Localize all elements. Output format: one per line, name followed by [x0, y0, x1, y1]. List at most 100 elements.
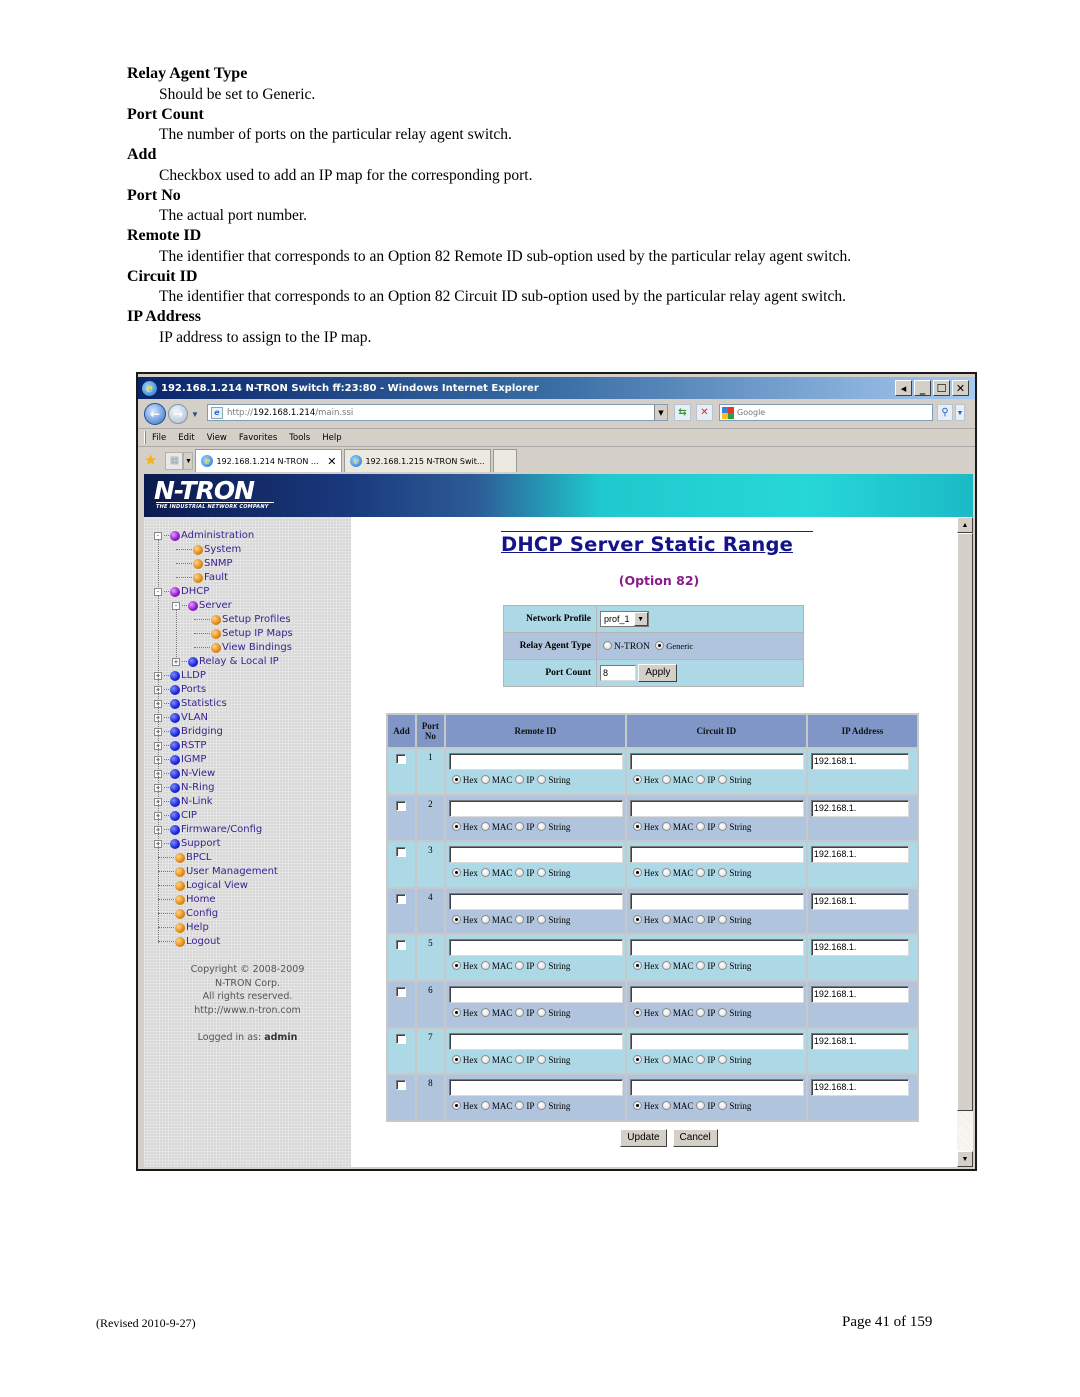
remote-id-format-string-radio[interactable] [537, 1101, 547, 1111]
remote-id-format-hex-radio[interactable] [451, 868, 461, 878]
circuit-id-format-ip-radio[interactable] [696, 821, 706, 831]
sidebar-item-support[interactable]: + Support [154, 837, 221, 850]
ip-address-input[interactable]: 192.168.1. [810, 1079, 909, 1097]
circuit-id-format-string-radio[interactable] [718, 1007, 728, 1017]
refresh-button[interactable]: ⇆ [674, 404, 691, 421]
remote-id-format-string-radio[interactable] [537, 961, 547, 971]
menu-favorites[interactable]: Favorites [239, 433, 277, 443]
circuit-id-format-ip-radio[interactable] [696, 868, 706, 878]
search-input[interactable]: Google [719, 404, 933, 421]
sidebar-item-n-ring[interactable]: + N-Ring [154, 781, 215, 794]
sidebar-item-firmware-config[interactable]: + Firmware/Config [154, 823, 262, 836]
ip-address-input[interactable]: 192.168.1. [810, 799, 909, 817]
add-checkbox[interactable] [396, 800, 407, 811]
circuit-id-input[interactable] [629, 846, 804, 864]
remote-id-format-hex-radio[interactable] [451, 1054, 461, 1064]
circuit-id-input[interactable] [629, 799, 804, 817]
remote-id-format-ip-radio[interactable] [515, 961, 525, 971]
circuit-id-format-hex-radio[interactable] [632, 821, 642, 831]
remote-id-input[interactable] [448, 985, 623, 1003]
cancel-button[interactable]: Cancel [672, 1129, 718, 1148]
menu-edit[interactable]: Edit [178, 433, 194, 443]
remote-id-format-mac-radio[interactable] [480, 914, 490, 924]
sidebar-item-n-link[interactable]: + N-Link [154, 795, 213, 808]
apply-button[interactable]: Apply [638, 664, 678, 682]
sidebar-item-snmp[interactable]: SNMP [172, 557, 233, 570]
sidebar-item-fault[interactable]: Fault [172, 571, 228, 584]
new-tab-button[interactable] [493, 449, 518, 472]
remote-id-input[interactable] [448, 753, 623, 770]
menu-tools[interactable]: Tools [289, 433, 310, 443]
remote-id-input[interactable] [448, 892, 623, 910]
circuit-id-format-hex-radio[interactable] [632, 961, 642, 971]
remote-id-input[interactable] [448, 1032, 623, 1050]
sidebar-item-system[interactable]: System [172, 543, 241, 556]
ip-address-input[interactable]: 192.168.1. [810, 892, 909, 910]
circuit-id-format-ip-radio[interactable] [696, 775, 706, 784]
circuit-id-format-mac-radio[interactable] [661, 1007, 671, 1017]
sidebar-item-server[interactable]: - Server [172, 599, 232, 612]
remote-id-format-ip-radio[interactable] [515, 1007, 525, 1017]
vertical-scrollbar[interactable]: ▲ ▼ [957, 517, 973, 1167]
circuit-id-format-mac-radio[interactable] [661, 775, 671, 784]
tab-inactive[interactable]: e 192.168.1.215 N-TRON Swit... [344, 449, 492, 472]
add-checkbox[interactable] [396, 847, 407, 858]
sidebar-item-help[interactable]: Help [154, 921, 209, 934]
port-count-input[interactable]: 8 [600, 665, 636, 681]
circuit-id-input[interactable] [629, 1079, 804, 1097]
sidebar-item-administration[interactable]: - Administration [154, 529, 254, 542]
circuit-id-format-hex-radio[interactable] [632, 1054, 642, 1064]
sidebar-item-config[interactable]: Config [154, 907, 218, 920]
menu-file[interactable]: File [152, 433, 166, 443]
remote-id-input[interactable] [448, 799, 623, 817]
sidebar-item-logout[interactable]: Logout [154, 935, 220, 948]
sidebar-item-vlan[interactable]: + VLAN [154, 711, 208, 724]
circuit-id-format-ip-radio[interactable] [696, 1054, 706, 1064]
sidebar-item-rstp[interactable]: + RSTP [154, 739, 206, 752]
sidebar-item-cip[interactable]: + CIP [154, 809, 197, 822]
sidebar-item-user-management[interactable]: User Management [154, 865, 278, 878]
remote-id-format-ip-radio[interactable] [515, 1101, 525, 1111]
add-checkbox[interactable] [396, 754, 407, 764]
remote-id-format-hex-radio[interactable] [451, 821, 461, 831]
remote-id-format-ip-radio[interactable] [515, 1054, 525, 1064]
sidebar-item-igmp[interactable]: + IGMP [154, 753, 206, 766]
circuit-id-format-string-radio[interactable] [718, 868, 728, 878]
circuit-id-format-hex-radio[interactable] [632, 1007, 642, 1017]
sidebar-item-dhcp[interactable]: - DHCP [154, 585, 209, 598]
circuit-id-input[interactable] [629, 939, 804, 957]
remote-id-format-ip-radio[interactable] [515, 775, 525, 784]
url-input[interactable]: e http://192.168.1.214/main.ssi ▼ [207, 404, 668, 421]
sidebar-item-n-view[interactable]: + N-View [154, 767, 215, 780]
quick-tabs-icon[interactable]: ▦ [165, 451, 184, 470]
close-button[interactable]: ✕ [952, 380, 969, 396]
search-button[interactable]: ⚲ [937, 404, 953, 421]
circuit-id-format-string-radio[interactable] [718, 1054, 728, 1064]
close-tab-icon[interactable]: ✕ [327, 455, 336, 468]
circuit-id-format-hex-radio[interactable] [632, 868, 642, 878]
remote-id-format-string-radio[interactable] [537, 1054, 547, 1064]
add-checkbox[interactable] [396, 1080, 407, 1091]
circuit-id-format-string-radio[interactable] [718, 1101, 728, 1111]
circuit-id-format-hex-radio[interactable] [632, 1101, 642, 1111]
remote-id-input[interactable] [448, 1079, 623, 1097]
add-checkbox[interactable] [396, 893, 407, 904]
circuit-id-format-string-radio[interactable] [718, 775, 728, 784]
remote-id-input[interactable] [448, 846, 623, 864]
add-checkbox[interactable] [396, 940, 407, 951]
add-checkbox[interactable] [396, 1033, 407, 1044]
circuit-id-format-mac-radio[interactable] [661, 961, 671, 971]
relay-agent-generic-radio[interactable] [655, 640, 665, 650]
sidebar-item-bridging[interactable]: + Bridging [154, 725, 223, 738]
remote-id-format-mac-radio[interactable] [480, 1054, 490, 1064]
maximize-button[interactable]: ☐ [933, 380, 950, 396]
network-profile-select[interactable]: prof_1 ▼ [600, 611, 649, 627]
remote-id-format-hex-radio[interactable] [451, 1007, 461, 1017]
remote-id-format-string-radio[interactable] [537, 1007, 547, 1017]
circuit-id-input[interactable] [629, 985, 804, 1003]
circuit-id-format-mac-radio[interactable] [661, 914, 671, 924]
scrollbar-thumb[interactable] [957, 533, 973, 1111]
circuit-id-format-string-radio[interactable] [718, 821, 728, 831]
sidebar-item-view-bindings[interactable]: View Bindings [190, 641, 292, 654]
circuit-id-format-mac-radio[interactable] [661, 1101, 671, 1111]
